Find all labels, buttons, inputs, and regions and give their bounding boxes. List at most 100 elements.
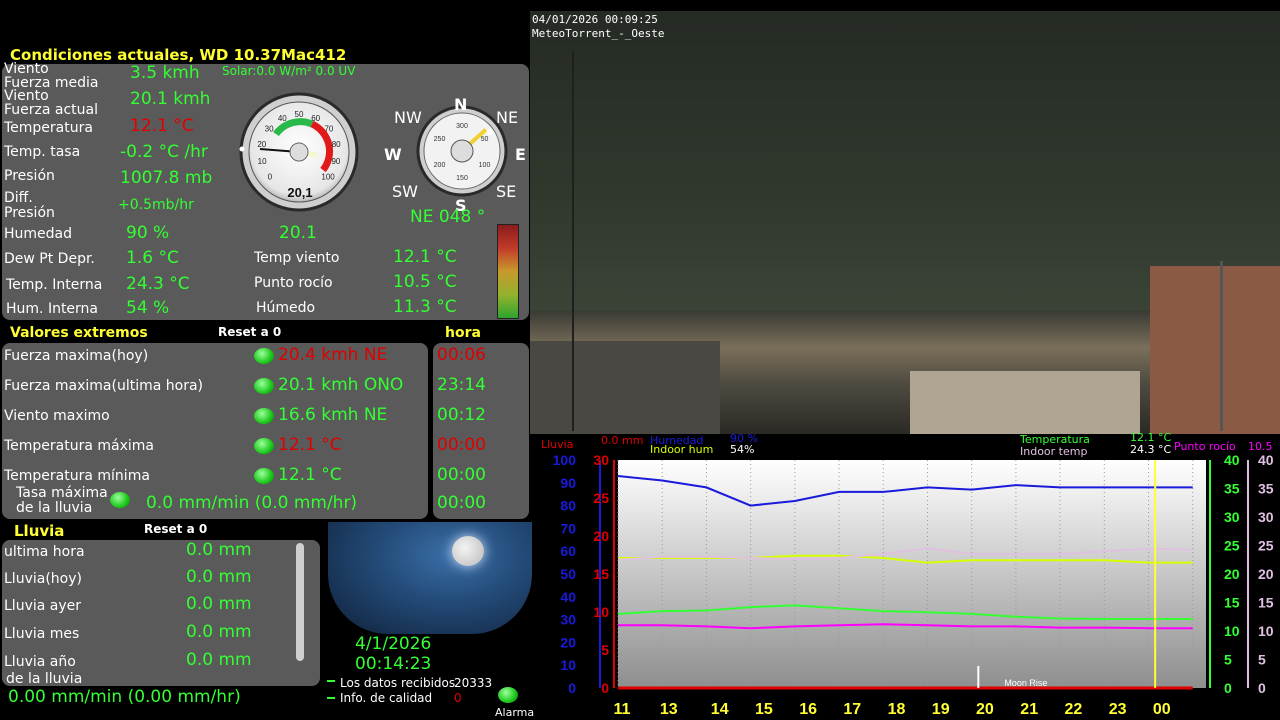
x-tick-label: 00 <box>1153 701 1171 718</box>
x-tick-label: 20 <box>976 701 994 718</box>
extreme-value: 20.1 kmh ONO <box>278 375 404 395</box>
extreme-led <box>254 408 274 424</box>
temp-tick-label: 25 <box>1224 538 1240 554</box>
tasa-value: 0.0 mm/min (0.0 mm/hr) <box>146 493 358 513</box>
extreme-label: Temperatura máxima <box>4 438 155 454</box>
history-chart: 01020304050607080901000510152025300 05 510… <box>553 452 1274 718</box>
alarm-led[interactable] <box>498 687 518 703</box>
rain-row-value: 0.0 mm <box>186 567 252 587</box>
webcam-image <box>530 11 1280 434</box>
rain-tick-label: 30 <box>593 452 609 468</box>
rain-reset-button[interactable]: Reset a 0 <box>144 522 207 536</box>
extreme-value: 12.1 °C <box>278 435 342 455</box>
temp-tick-label-right: 5 <box>1258 652 1266 668</box>
extreme-time: 00:12 <box>437 405 486 425</box>
x-tick-label: 11 <box>614 701 631 718</box>
received-marker <box>327 680 335 682</box>
hum-interna-label: Hum. Interna <box>6 301 99 317</box>
diff-value: +0.5mb/hr <box>118 197 194 213</box>
speed-tick-label: 50 <box>295 110 304 119</box>
x-tick-label: 22 <box>1065 701 1083 718</box>
tasa-time: 00:00 <box>437 493 486 513</box>
gust-below-gauge: 20.1 <box>279 223 317 243</box>
legend-temperatura-label: Temperatura <box>1020 433 1090 446</box>
x-tick-label: 19 <box>932 701 950 718</box>
viento-label: Viento <box>4 61 49 77</box>
rain-row-value: 0.0 mm <box>186 540 252 560</box>
humidity-tick-label: 80 <box>560 498 576 514</box>
received-label: Los datos recibidos <box>340 676 456 690</box>
tasa-label-2: de la lluvia <box>16 500 93 516</box>
extreme-time: 00:00 <box>437 465 486 485</box>
temp-tick-label: 35 <box>1224 481 1240 497</box>
rain-tick-label: 15 <box>593 566 609 582</box>
legend-lluvia-value: 0.0 mm <box>601 434 644 447</box>
x-tick-label: 18 <box>888 701 906 718</box>
x-tick-label: 13 <box>660 701 678 718</box>
x-tick-label: 16 <box>799 701 817 718</box>
temp-tick-label-right: 35 <box>1258 481 1274 497</box>
humidity-tick-label: 0 <box>568 680 576 696</box>
temp-interna-label: Temp. Interna <box>6 277 103 293</box>
diff-label: Diff. <box>4 190 33 206</box>
legend-punto-rocio-value: 10.5 <box>1248 440 1273 453</box>
quality-value: 0 <box>454 691 462 705</box>
extreme-label: Fuerza maxima(hoy) <box>4 348 149 364</box>
received-value: 20333 <box>454 676 493 690</box>
dew-label: Dew Pt Depr. <box>4 251 95 267</box>
humidity-tick-label: 70 <box>560 520 576 536</box>
wind-speed-gauge: 010 20 30 40 50 60 70 80 90 100 20,1 <box>239 92 359 212</box>
speed-tick-label: 80 <box>332 140 341 149</box>
compass-e: E <box>515 145 526 164</box>
moonrise-label: Moon Rise <box>1004 678 1047 688</box>
extreme-led <box>254 438 274 454</box>
extremes-title: Valores extremos <box>10 325 148 341</box>
temp-tick-label-right: 0 <box>1258 680 1266 696</box>
wind-dir-text: NE 048 ° <box>410 207 486 227</box>
punto-rocio-label: Punto rocío <box>254 275 333 291</box>
speed-tick-label: 10 <box>258 157 267 166</box>
speed-tick-label: 100 <box>321 172 335 181</box>
rain-scrollbar[interactable] <box>296 543 304 661</box>
extreme-time: 23:14 <box>437 375 486 395</box>
extremes-reset-button[interactable]: Reset a 0 <box>218 325 281 339</box>
moon-image <box>328 522 532 634</box>
rain-tick-label: 10 <box>593 604 609 620</box>
rain-tick-label: 5 <box>601 642 609 658</box>
legend-punto-rocio-label: Punto rocío <box>1174 440 1236 453</box>
webcam-building-right <box>1150 266 1280 434</box>
humidity-tick-label: 100 <box>553 452 577 468</box>
temp-tick-label-right: 15 <box>1258 595 1274 611</box>
speed-tick-label: 40 <box>278 114 287 123</box>
temp-color-scale <box>497 224 519 319</box>
speed-tick-label: 0 <box>268 172 273 181</box>
tasa-label-1: Tasa máxima <box>16 485 108 501</box>
temperatura-label: Temperatura <box>4 120 93 136</box>
webcam-mast <box>1220 261 1223 431</box>
webcam-name: MeteoTorrent_-_Oeste <box>532 27 665 40</box>
hum-interna-value: 54 % <box>126 298 170 318</box>
humedad-value: 90 % <box>126 223 170 243</box>
temp-tick-label: 0 <box>1224 680 1232 696</box>
rain-tick-label: 20 <box>593 528 609 544</box>
quality-marker <box>327 697 335 699</box>
x-tick-label: 14 <box>711 701 729 718</box>
gauge-speed-readout: 20,1 <box>287 185 312 200</box>
rain-rate-label: de la lluvia <box>6 671 83 687</box>
extreme-label: Fuerza maxima(ultima hora) <box>4 378 204 394</box>
viento-value: 3.5 kmh <box>130 63 200 83</box>
rain-row-label: Lluvia año <box>4 654 76 670</box>
compass-tick-label: 150 <box>456 175 468 182</box>
humidity-tick-label: 20 <box>560 634 576 650</box>
viento2-label: Viento <box>4 88 49 104</box>
humidity-tick-label: 40 <box>560 589 576 605</box>
extreme-time: 00:00 <box>437 435 486 455</box>
moon-date: 4/1/2026 <box>355 634 432 654</box>
moon-disc <box>452 536 484 566</box>
punto-rocio-value: 10.5 °C <box>393 272 457 292</box>
x-tick-label: 17 <box>843 701 861 718</box>
temp-tick-label-right: 20 <box>1258 566 1274 582</box>
legend-lluvia-label: Lluvia <box>541 438 574 451</box>
rain-row-label: Lluvia mes <box>4 626 80 642</box>
x-tick-label: 23 <box>1109 701 1127 718</box>
